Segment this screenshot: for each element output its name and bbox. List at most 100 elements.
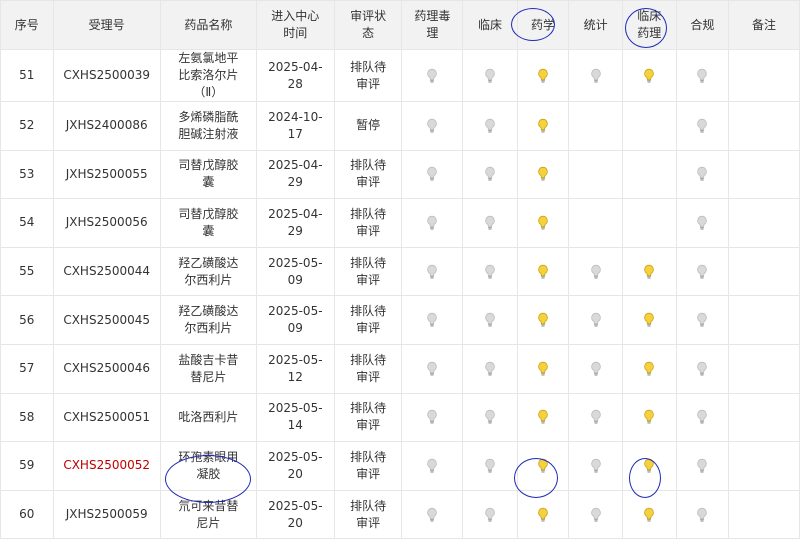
remarks-cell xyxy=(728,441,800,491)
lightbulb-off-icon xyxy=(426,166,438,182)
row-number: 57 xyxy=(0,343,54,394)
table-row: 52 JXHS2400086 多烯磷脂酰 胆碱注射液 2024-10- 17 暂停 xyxy=(0,101,800,151)
review-status: 排队待 审评 xyxy=(333,49,403,102)
table-row: 59 CXHS2500052 环孢素眼用 凝胶 2025-05- 20 排队待 审评 xyxy=(0,441,800,491)
lightbulb-off-icon xyxy=(426,507,438,523)
accept-number: JXHS2500055 xyxy=(52,149,161,200)
pharmaceutics-cell xyxy=(516,343,570,394)
clinical-cell xyxy=(462,49,518,102)
row-number: 54 xyxy=(0,198,54,248)
clinical-cell xyxy=(462,343,518,394)
compliance-cell xyxy=(675,198,730,248)
lightbulb-on-icon xyxy=(537,264,549,280)
compliance-cell xyxy=(675,49,730,102)
lightbulb-off-icon xyxy=(426,458,438,474)
clinical-pharmacology-cell xyxy=(621,343,677,394)
statistics-cell xyxy=(568,441,623,491)
pharm-tox-cell xyxy=(401,489,464,540)
lightbulb-off-icon xyxy=(590,68,602,84)
remarks-cell xyxy=(728,489,800,540)
review-status: 暂停 xyxy=(333,101,403,151)
lightbulb-on-icon xyxy=(537,507,549,523)
lightbulb-off-icon xyxy=(484,361,496,377)
lightbulb-on-icon xyxy=(537,68,549,84)
lightbulb-off-icon xyxy=(426,361,438,377)
review-status: 排队待 审评 xyxy=(333,198,403,248)
lightbulb-on-icon xyxy=(537,118,549,134)
center-entry-date: 2025-05- 12 xyxy=(255,343,335,394)
row-number: 56 xyxy=(0,295,54,345)
table-row: 60 JXHS2500059 氘可来昔替 尼片 2025-05- 20 排队待 审评 xyxy=(0,489,800,540)
pharm-tox-cell xyxy=(401,392,464,443)
pharm-tox-cell xyxy=(401,198,464,248)
row-number: 55 xyxy=(0,246,54,297)
lightbulb-off-icon xyxy=(590,507,602,523)
row-number: 51 xyxy=(0,49,54,102)
review-status: 排队待 审评 xyxy=(333,441,403,491)
header-no: 序号 xyxy=(0,0,54,50)
header-compliance: 合规 xyxy=(675,0,730,50)
row-number: 60 xyxy=(0,489,54,540)
header-pharmaceutics: 药学 xyxy=(516,0,570,50)
lightbulb-off-icon xyxy=(484,118,496,134)
header-remarks: 备注 xyxy=(728,0,800,50)
clinical-pharmacology-cell xyxy=(621,246,677,297)
lightbulb-off-icon xyxy=(696,118,708,134)
drug-name: 司替戊醇胶囊 xyxy=(159,198,257,248)
row-number: 53 xyxy=(0,149,54,200)
lightbulb-on-icon xyxy=(537,312,549,328)
header-clinical-pharmacology: 临床 药理 xyxy=(621,0,677,50)
lightbulb-off-icon xyxy=(590,361,602,377)
drug-name: 羟乙磺酸达 尔西利片 xyxy=(159,246,257,297)
statistics-cell xyxy=(568,392,623,443)
lightbulb-off-icon xyxy=(484,166,496,182)
table-row: 53 JXHS2500055 司替戊醇胶囊 2025-04- 29 排队待 审评 xyxy=(0,149,800,200)
table-row: 51 CXHS2500039 左氨氯地平 比索洛尔片 （Ⅱ） 2025-04- 28 排队待审… xyxy=(0,49,800,102)
pharmaceutics-cell xyxy=(516,441,570,491)
compliance-cell xyxy=(675,246,730,297)
lightbulb-off-icon xyxy=(484,215,496,231)
lightbulb-off-icon xyxy=(696,361,708,377)
lightbulb-off-icon xyxy=(696,264,708,280)
lightbulb-off-icon xyxy=(590,312,602,328)
pharm-tox-cell xyxy=(401,101,464,151)
statistics-cell xyxy=(568,489,623,540)
pharm-tox-cell xyxy=(401,343,464,394)
accept-number: CXHS2500045 xyxy=(52,295,161,345)
center-entry-date: 2025-05- 20 xyxy=(255,441,335,491)
statistics-cell xyxy=(568,101,623,151)
clinical-pharmacology-cell xyxy=(621,101,677,151)
review-status: 排队待 审评 xyxy=(333,246,403,297)
remarks-cell xyxy=(728,101,800,151)
lightbulb-on-icon xyxy=(643,312,655,328)
header-review-status: 审评状态 xyxy=(333,0,403,50)
compliance-cell xyxy=(675,295,730,345)
header-row: 序号 受理号 药品名称 进入中心 时间 审评状态 药理毒理 临床 药学 统计 临床… xyxy=(0,0,800,50)
clinical-cell xyxy=(462,441,518,491)
lightbulb-on-icon xyxy=(643,458,655,474)
accept-number: JXHS2500059 xyxy=(52,489,161,540)
review-status: 排队待 审评 xyxy=(333,489,403,540)
accept-number: CXHS2500044 xyxy=(52,246,161,297)
center-entry-date: 2025-05- 14 xyxy=(255,392,335,443)
remarks-cell xyxy=(728,198,800,248)
lightbulb-off-icon xyxy=(426,215,438,231)
center-entry-date: 2024-10- 17 xyxy=(255,101,335,151)
lightbulb-off-icon xyxy=(484,264,496,280)
pharmaceutics-cell xyxy=(516,49,570,102)
clinical-cell xyxy=(462,149,518,200)
pharm-tox-cell xyxy=(401,441,464,491)
lightbulb-off-icon xyxy=(696,68,708,84)
remarks-cell xyxy=(728,392,800,443)
statistics-cell xyxy=(568,295,623,345)
pharm-tox-cell xyxy=(401,246,464,297)
center-entry-date: 2025-05- 09 xyxy=(255,246,335,297)
statistics-cell xyxy=(568,149,623,200)
lightbulb-off-icon xyxy=(484,409,496,425)
drug-name: 盐酸吉卡昔 替尼片 xyxy=(159,343,257,394)
table-row: 55 CXHS2500044 羟乙磺酸达 尔西利片 2025-05- 09 排队待 审评 xyxy=(0,246,800,297)
lightbulb-off-icon xyxy=(696,409,708,425)
lightbulb-off-icon xyxy=(426,118,438,134)
table-row: 57 CXHS2500046 盐酸吉卡昔 替尼片 2025-05- 12 排队待 审评 xyxy=(0,343,800,394)
header-statistics: 统计 xyxy=(568,0,623,50)
